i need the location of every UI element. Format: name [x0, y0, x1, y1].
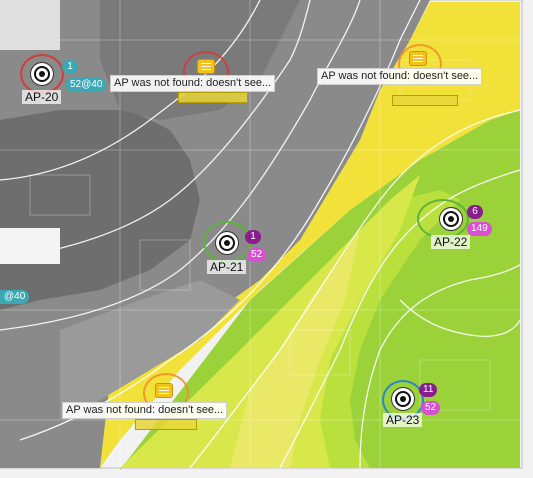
- edge-badge: @40: [0, 290, 30, 304]
- ap-name-label: AP-20: [22, 90, 62, 104]
- signal-heatmap-map[interactable]: AP was not found: doesn't see... AP was …: [0, 0, 533, 478]
- ap-not-found-message[interactable]: AP was not found: doesn't see...: [110, 75, 276, 92]
- ap-channel-badge: 52: [247, 248, 267, 262]
- room-tag: [178, 92, 248, 103]
- note-icon[interactable]: [410, 52, 426, 65]
- ap-channel-badge: 52: [421, 401, 441, 415]
- ap-target-icon[interactable]: [216, 232, 238, 254]
- floorplan-cutout: [0, 0, 60, 50]
- ap-not-found-message[interactable]: AP was not found: doesn't see...: [62, 402, 228, 419]
- ap-name-label: AP-23: [383, 413, 423, 427]
- room-tag: [135, 419, 197, 430]
- ap-client-count-badge: 1: [245, 230, 261, 244]
- ap-client-count-badge: 6: [467, 205, 483, 219]
- ap-name-label: AP-22: [431, 235, 471, 249]
- ap-client-count-badge: 1: [62, 60, 78, 74]
- ap-not-found-message[interactable]: AP was not found: doesn't see...: [317, 68, 483, 85]
- ap-target-icon[interactable]: [440, 208, 462, 230]
- note-icon[interactable]: [156, 384, 172, 397]
- room-tag: [392, 95, 458, 106]
- ap-channel-badge: 149: [467, 222, 492, 236]
- floorplan-cutout: [0, 228, 60, 264]
- ap-target-icon[interactable]: [31, 63, 53, 85]
- ap-target-icon[interactable]: [392, 388, 414, 410]
- ap-name-label: AP-21: [207, 260, 247, 274]
- ap-client-count-badge: 11: [419, 383, 438, 397]
- note-icon[interactable]: [198, 60, 214, 73]
- ap-channel-badge: 52@40: [66, 78, 107, 92]
